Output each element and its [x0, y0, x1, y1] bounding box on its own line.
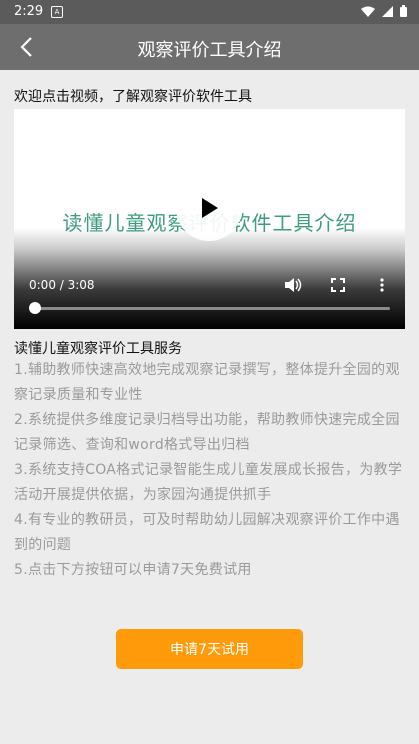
services-section: 读懂儿童观察评价工具服务 1.辅助教师快速高效地完成观察记录撰写，整体提升全园的… [14, 340, 406, 583]
wifi-icon [361, 6, 375, 21]
seek-thumb[interactable] [29, 302, 41, 314]
service-item: 5.点击下方按钮可以申请7天免费试用 [14, 562, 252, 578]
signal-icon [382, 5, 393, 21]
status-time: 2:29 [14, 4, 44, 19]
app-bar: 观察评价工具介绍 [0, 24, 419, 70]
seek-bar[interactable] [34, 307, 390, 310]
battery-icon [400, 5, 407, 21]
volume-icon [285, 278, 302, 292]
video-player[interactable]: 读懂儿童观察评价软件工具介绍 0:00 / 3:08 [14, 109, 405, 329]
service-item: 3.系统支持COA格式记录智能生成儿童发展成长报告，为教学活动开展提供依据，为家… [14, 462, 403, 503]
more-vertical-icon [380, 278, 384, 292]
video-time: 0:00 / 3:08 [29, 278, 95, 292]
service-item: 1.辅助教师快速高效地完成观察记录撰写，整体提升全园的观察记录质量和专业性 [14, 362, 400, 403]
fullscreen-icon [331, 278, 345, 292]
status-bar: 2:29 A [0, 0, 419, 24]
service-item: 4.有专业的教研员，可及时帮助幼儿园解决观察评价工作中遇到的问题 [14, 512, 400, 553]
play-icon [202, 198, 218, 218]
fullscreen-button[interactable] [328, 275, 348, 295]
services-heading: 读懂儿童观察评价工具服务 [14, 341, 182, 357]
play-button[interactable] [176, 175, 242, 241]
status-icons [361, 5, 407, 21]
service-item: 2.系统提供多维度记录归档导出功能，帮助教师快速完成全园记录筛选、查询和word… [14, 412, 400, 453]
intro-text: 欢迎点击视频，了解观察评价软件工具 [14, 89, 252, 105]
page-title: 观察评价工具介绍 [137, 40, 282, 61]
apply-trial-button[interactable]: 申请7天试用 [116, 629, 303, 669]
volume-button[interactable] [283, 275, 303, 295]
notification-icon: A [51, 6, 63, 18]
more-button[interactable] [372, 275, 392, 295]
